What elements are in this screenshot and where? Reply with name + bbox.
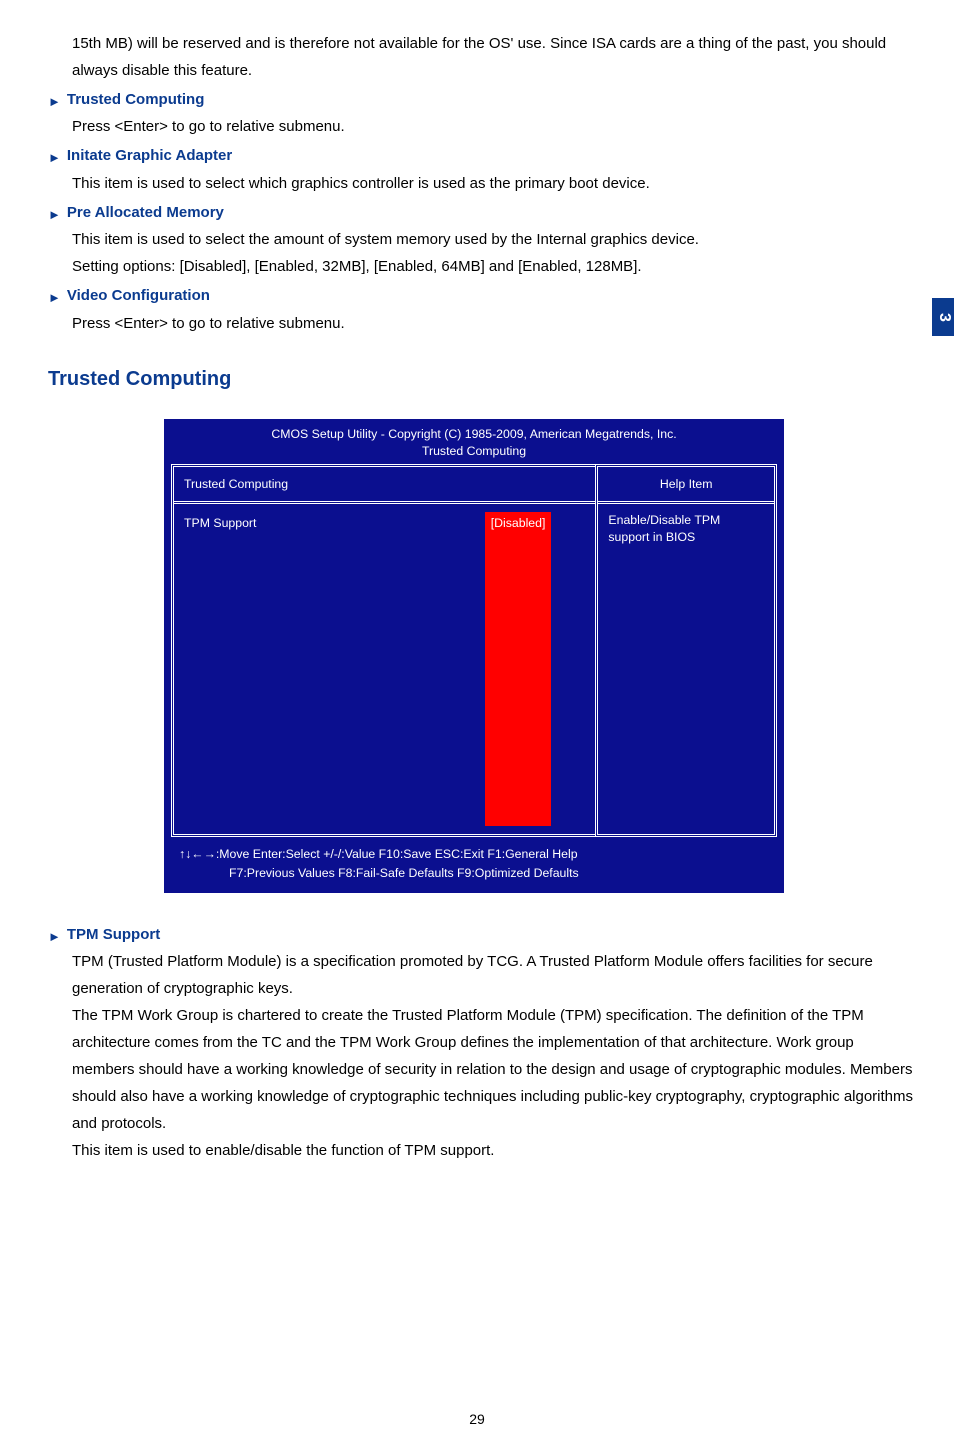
intro-paragraph: 15th MB) will be reserved and is therefo…: [72, 30, 920, 84]
item-title: TPM Support: [67, 921, 160, 948]
item-desc: Setting options: [Disabled], [Enabled, 3…: [72, 253, 920, 280]
triangle-icon: ►: [48, 286, 61, 309]
triangle-icon: ►: [48, 90, 61, 113]
bios-left-panel: Trusted Computing TPM Support [Disabled]: [171, 464, 595, 837]
bios-help-title: Help Item: [598, 467, 774, 504]
bios-right-panel: Help Item Enable/Disable TPM support in …: [595, 464, 777, 837]
item-initate-graphic: ► Initate Graphic Adapter: [48, 142, 930, 169]
bios-footer-line2: F7:Previous Values F8:Fail-Safe Defaults…: [179, 864, 769, 882]
bios-footer: ↑↓←→:Move Enter:Select +/-/:Value F10:Sa…: [165, 837, 783, 892]
bios-left-content: TPM Support [Disabled]: [174, 504, 595, 834]
bios-header-line1: CMOS Setup Utility - Copyright (C) 1985-…: [165, 426, 783, 443]
bios-header-line2: Trusted Computing: [165, 443, 783, 460]
section-heading: Trusted Computing: [48, 361, 930, 397]
triangle-icon: ►: [48, 925, 61, 948]
item-desc: This item is used to select which graphi…: [72, 170, 920, 197]
item-title: Pre Allocated Memory: [67, 199, 224, 226]
tpm-para-1: TPM (Trusted Platform Module) is a speci…: [72, 948, 920, 1002]
item-desc: Press <Enter> to go to relative submenu.: [72, 113, 920, 140]
bios-body: Trusted Computing TPM Support [Disabled]…: [171, 464, 777, 837]
bios-footer-line1: ↑↓←→:Move Enter:Select +/-/:Value F10:Sa…: [179, 845, 769, 863]
tpm-para-3: This item is used to enable/disable the …: [72, 1137, 920, 1164]
tpm-support-label: TPM Support: [184, 512, 256, 826]
bios-left-title: Trusted Computing: [174, 467, 595, 504]
item-desc: This item is used to select the amount o…: [72, 226, 920, 253]
item-title: Initate Graphic Adapter: [67, 142, 232, 169]
item-pre-allocated: ► Pre Allocated Memory: [48, 199, 930, 226]
item-title: Trusted Computing: [67, 86, 205, 113]
page-number: 29: [0, 1407, 954, 1432]
triangle-icon: ►: [48, 146, 61, 169]
item-desc: Press <Enter> to go to relative submenu.: [72, 310, 920, 337]
bios-screenshot: CMOS Setup Utility - Copyright (C) 1985-…: [164, 419, 784, 893]
bios-help-body: Enable/Disable TPM support in BIOS: [598, 504, 774, 834]
side-chapter-tab: 3: [932, 298, 954, 336]
tpm-support-value[interactable]: [Disabled]: [485, 512, 552, 826]
triangle-icon: ►: [48, 203, 61, 226]
chapter-number: 3: [929, 313, 954, 322]
item-tpm-support: ► TPM Support: [48, 921, 930, 948]
tpm-para-2: The TPM Work Group is chartered to creat…: [72, 1002, 920, 1137]
item-title: Video Configuration: [67, 282, 210, 309]
item-trusted-computing: ► Trusted Computing: [48, 86, 930, 113]
item-video-config: ► Video Configuration: [48, 282, 930, 309]
bios-header: CMOS Setup Utility - Copyright (C) 1985-…: [165, 420, 783, 464]
